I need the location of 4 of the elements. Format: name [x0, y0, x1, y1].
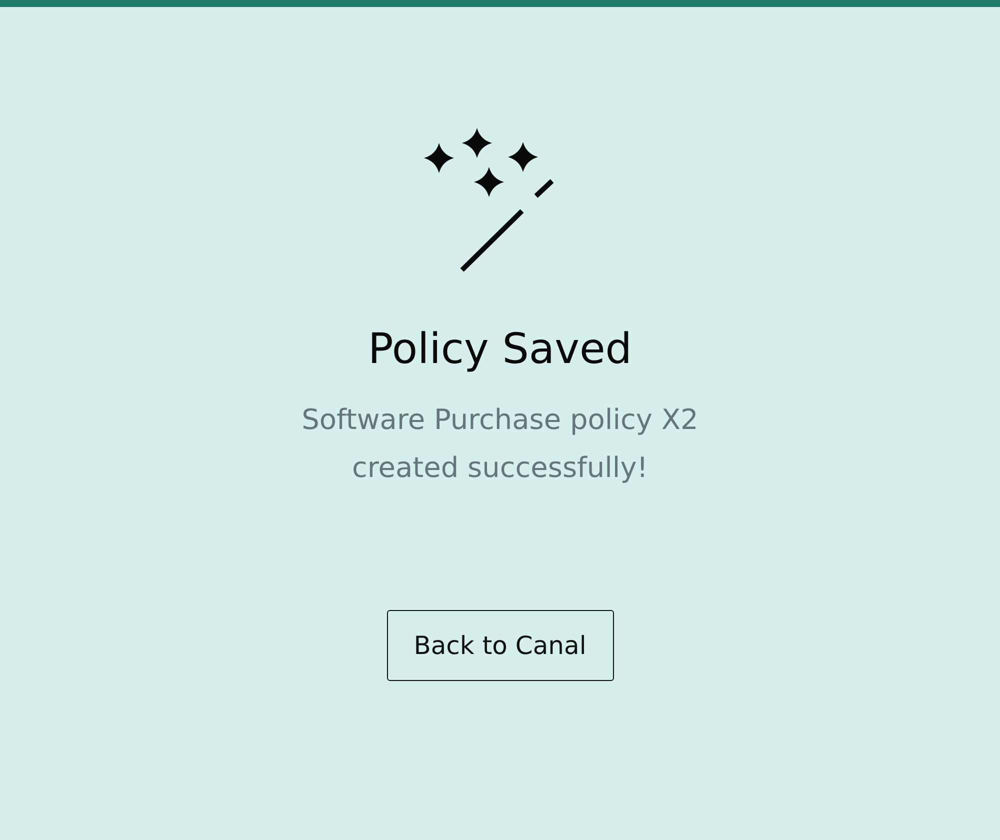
magic-wand-icon	[424, 128, 556, 274]
back-button[interactable]: Back to Canal	[386, 610, 614, 681]
success-title: Policy Saved	[368, 323, 632, 375]
success-message: Software Purchase policy X2 created successfully!	[300, 402, 700, 486]
